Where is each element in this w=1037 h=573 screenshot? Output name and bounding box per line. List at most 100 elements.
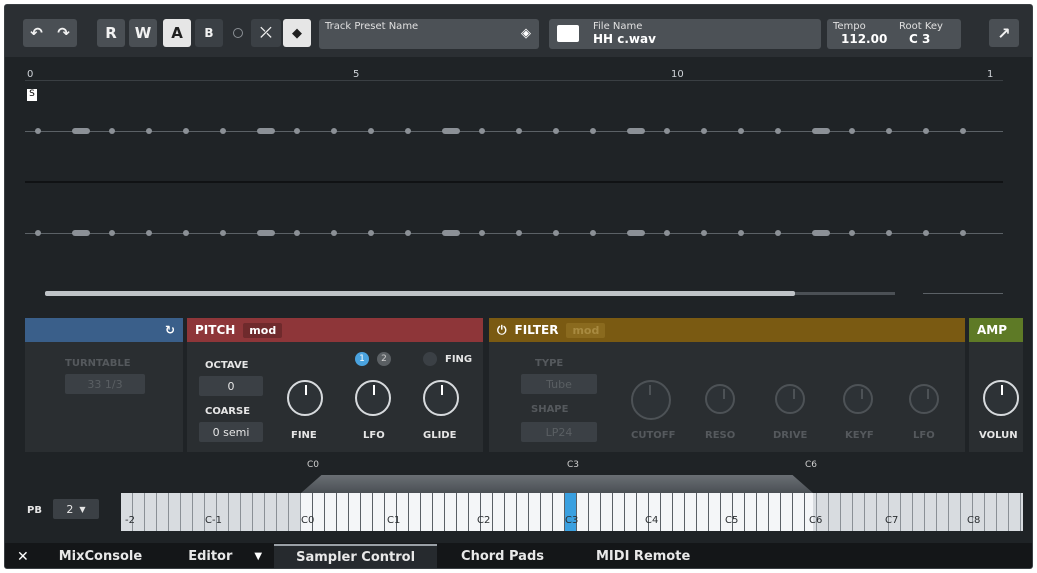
scrollbar-thumb[interactable] [45,291,795,296]
drive-knob[interactable] [775,384,805,414]
volume-knob[interactable] [983,380,1019,416]
lfo2-toggle[interactable]: 2 [377,352,391,366]
filter-mod-tag[interactable]: mod [566,322,606,338]
waveform-peak [405,230,411,236]
reso-knob[interactable] [705,384,735,414]
write-button[interactable]: W [129,19,157,47]
pitch-mod-tag[interactable]: mod [243,322,283,338]
waveform-peak [886,128,892,134]
piano-keyboard[interactable]: -2 C-1 C0 C1 C2 C3 C4 C5 C6 C7 C8 [121,493,1023,531]
range-high-marker[interactable]: C6 [805,460,817,470]
fing-toggle[interactable] [423,352,437,366]
filter-lfo-knob[interactable] [909,384,939,414]
close-icon[interactable]: ✕ [17,549,29,565]
file-name-field[interactable]: File Name HH c.wav [549,19,821,49]
waveform-peak [516,128,522,134]
waveform-peak [257,230,275,236]
filter-title: FILTER [514,323,559,337]
waveform-peak [479,230,485,236]
read-button[interactable]: R [97,19,125,47]
ruler-tick: 1 [987,69,994,80]
lower-zone-tabs: ✕ MixConsole Editor ▼ Sampler Control Ch… [5,543,1032,568]
fine-knob[interactable] [287,380,323,416]
waveform-peak [516,230,522,236]
lfo-knob[interactable] [355,380,391,416]
record-indicator-icon[interactable] [233,28,243,38]
waveform-display[interactable]: S [25,81,1003,281]
waveform-peak [553,230,559,236]
tab-mixconsole[interactable]: MixConsole [59,549,142,564]
range-low-marker[interactable]: C0 [307,460,319,470]
root-key-caption: Root Key [899,21,943,32]
waveform-peak [627,230,645,236]
tempo-caption: Tempo [833,21,866,32]
glide-knob[interactable] [423,380,459,416]
waveform-peak [183,230,189,236]
filter-type-select[interactable]: Tube [521,374,597,394]
octave-label: -2 [125,515,135,526]
octave-field[interactable]: 0 [199,376,263,396]
waveform-peak [183,128,189,134]
waveform-peak [738,128,744,134]
dropdown-icon[interactable]: ▼ [254,551,262,562]
waveform-peak [294,230,300,236]
cutoff-knob[interactable] [631,380,671,420]
curve-tool-icon[interactable]: ⤫ [251,19,281,47]
toolbar: ↶ ↷ R W A B ⤫ ◆ Track Preset Name ◈ File… [5,5,1032,57]
pb-range-select[interactable]: 2 ▼ [53,499,99,519]
redo-icon[interactable]: ↷ [57,24,70,42]
folder-icon[interactable] [557,25,579,42]
key-range-bar[interactable] [301,475,813,493]
tab-editor[interactable]: Editor [188,549,232,564]
undo-icon[interactable]: ↶ [30,24,43,42]
waveform-peak [257,128,275,134]
pb-label: PB [27,505,42,516]
tempo-value[interactable]: 112.00 [841,32,887,46]
waveform-peak [960,128,966,134]
amp-title: AMP [977,323,1008,337]
file-name-caption: File Name [593,21,643,32]
b-button[interactable]: B [195,19,223,47]
waveform-peak [590,128,596,134]
expand-icon[interactable]: ↗ [989,19,1019,47]
lfo1-toggle[interactable]: 1 [355,352,369,366]
zoom-slider[interactable] [923,293,1003,294]
start-marker[interactable]: S [27,89,37,101]
track-preset-field[interactable]: Track Preset Name ◈ [319,19,539,49]
filter-shape-select[interactable]: LP24 [521,422,597,442]
waveform-peak [442,128,460,134]
a-button[interactable]: A [163,19,191,47]
turntable-module: TURNTABLE 33 1/3 [25,342,183,452]
waveform-peak [72,230,90,236]
octave-label: C4 [645,515,659,526]
coarse-field[interactable]: 0 semi [199,422,263,442]
timeline-ruler[interactable]: 0 5 10 1 [25,63,1003,81]
root-key-value[interactable]: C 3 [909,32,930,46]
waveform-peak [220,230,226,236]
turntable-header: ↻ [25,318,183,342]
power-icon[interactable]: ⏻ [497,323,507,338]
waveform-scrollbar[interactable] [45,291,895,296]
waveform-peak [368,230,374,236]
preset-tag-icon[interactable]: ◈ [521,26,531,41]
waveform-peak [146,230,152,236]
keyf-knob[interactable] [843,384,873,414]
tab-chord-pads[interactable]: Chord Pads [461,549,544,564]
reso-label: RESO [705,430,736,441]
octave-label: OCTAVE [205,360,249,371]
pitch-module: OCTAVE 0 COARSE 0 semi FINE 1 2 LFO FING… [187,342,483,452]
tab-sampler-control[interactable]: Sampler Control [274,544,438,568]
tempo-root-field[interactable]: Tempo 112.00 Root Key C 3 [827,19,961,49]
turntable-select[interactable]: 33 1/3 [65,374,145,394]
cutoff-label: CUTOFF [631,430,676,441]
ruler-tick: 10 [671,69,684,80]
waveform-peak [627,128,645,134]
waveform-peak [331,128,337,134]
split-tool-icon[interactable]: ◆ [283,19,311,47]
waveform-peak [849,128,855,134]
root-key-marker[interactable]: C3 [567,460,579,470]
reset-icon[interactable]: ↻ [165,323,175,337]
tab-midi-remote[interactable]: MIDI Remote [596,549,690,564]
glide-label: GLIDE [423,430,457,441]
fing-label: FING [445,354,473,365]
